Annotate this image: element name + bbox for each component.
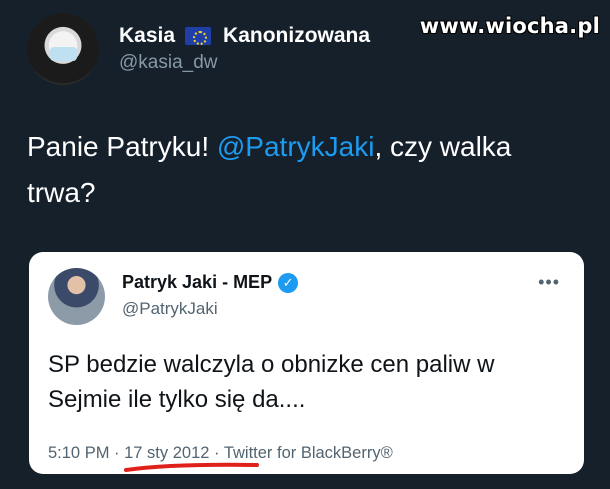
author-avatar[interactable] <box>27 13 99 85</box>
verified-badge-icon: ✓ <box>278 272 299 293</box>
author-display-name[interactable]: Kasia Kanonizowana <box>119 24 370 48</box>
face-mask-graphic <box>50 47 77 61</box>
meta-separator: · <box>109 444 125 462</box>
quoted-author-name: Patryk Jaki - MEP <box>122 272 273 292</box>
more-options-icon[interactable]: ••• <box>538 272 560 293</box>
eu-flag-icon <box>185 27 212 45</box>
tweet-text-start: Panie Patryku! <box>27 131 217 162</box>
quoted-tweet-text: SP bedzie walczyla o obnizke cen paliw w… <box>48 351 495 413</box>
quoted-tweet-meta: 5:10 PM · 17 sty 2012 · Twitter for Blac… <box>48 444 393 463</box>
tweet-time[interactable]: 5:10 PM <box>48 444 109 462</box>
site-watermark: www.wiocha.pl <box>419 14 600 38</box>
tweet-body: Panie Patryku! @PatrykJaki, czy walka tr… <box>27 124 587 216</box>
author-last-name: Kanonizowana <box>223 24 371 47</box>
meta-separator-2: · <box>209 444 224 462</box>
quoted-author-avatar[interactable] <box>48 268 105 325</box>
mention-link[interactable]: @PatrykJaki <box>217 131 375 162</box>
author-first-name: Kasia <box>119 24 176 47</box>
tweet-date[interactable]: 17 sty 2012 <box>124 444 209 462</box>
quoted-author-handle[interactable]: @PatrykJaki <box>122 299 218 319</box>
quoted-tweet-card[interactable]: Patryk Jaki - MEP ✓ @PatrykJaki ••• SP b… <box>29 252 584 474</box>
tweet-source[interactable]: Twitter for BlackBerry® <box>224 444 393 462</box>
author-info: Kasia Kanonizowana @kasia_dw <box>119 24 370 74</box>
author-handle[interactable]: @kasia_dw <box>119 52 370 74</box>
quoted-author-name-line[interactable]: Patryk Jaki - MEP ✓ <box>122 272 299 293</box>
tweet-header: Kasia Kanonizowana @kasia_dw <box>27 8 370 90</box>
